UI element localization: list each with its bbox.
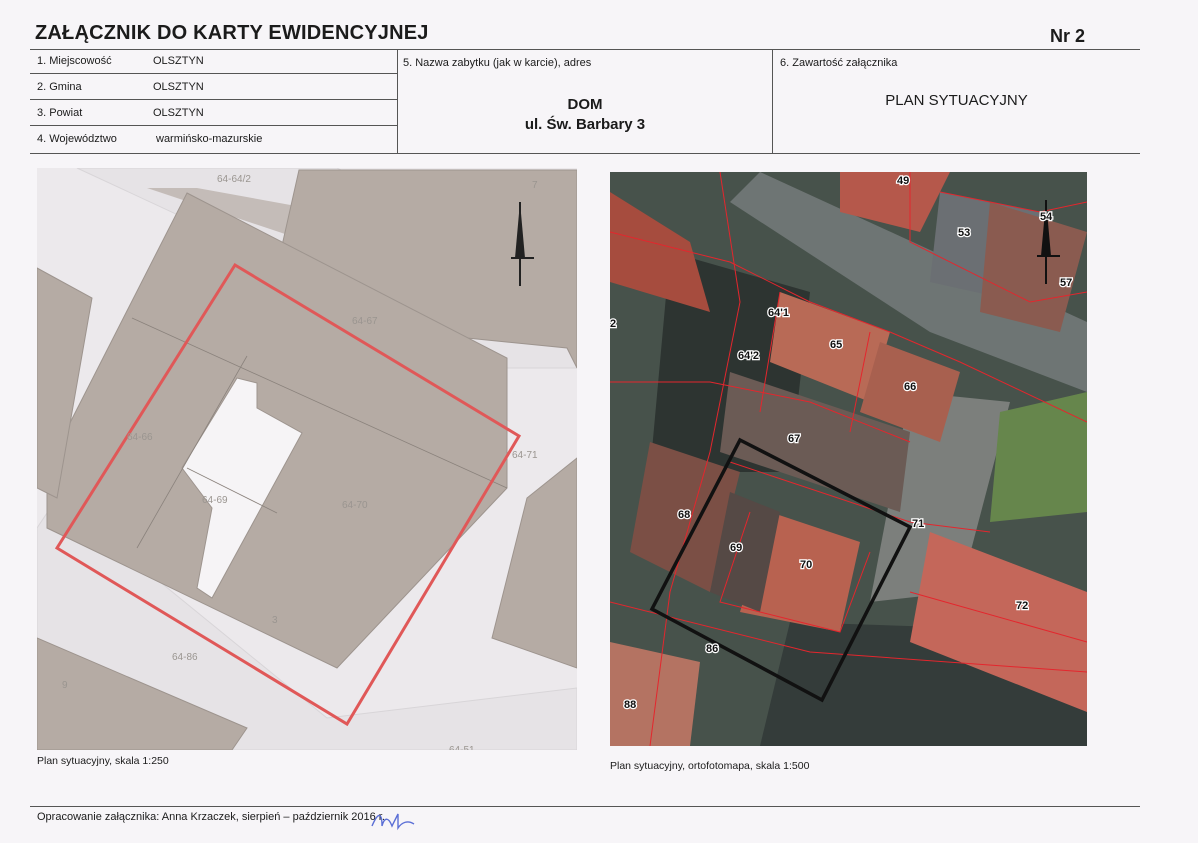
attachment-number: Nr 2 <box>1050 26 1086 46</box>
parcel-label: 64-66 <box>127 432 153 443</box>
parcel-label: 64-71 <box>512 450 538 461</box>
orthophoto-map: 49 53 54 57 2 64'1 64'2 65 66 67 68 69 7… <box>610 172 1087 746</box>
parcel-label: 65 <box>830 339 842 351</box>
field-value-powiat: OLSZTYN <box>153 107 204 119</box>
footer-author-note: Opracowanie załącznika: Anna Krzaczek, s… <box>37 811 385 823</box>
document-title: ZAŁĄCZNIK DO KARTY EWIDENCYJNEJ <box>35 22 429 44</box>
parcel-label: 68 <box>678 509 690 521</box>
orthophoto-drawing: 49 53 54 57 2 64'1 64'2 65 66 67 68 69 7… <box>610 172 1087 746</box>
parcel-label: 64'2 <box>738 350 759 362</box>
parcel-label: 64-67 <box>352 316 378 327</box>
parcel-label: 64-70 <box>342 500 368 511</box>
field-label-powiat: 3. Powiat <box>37 107 83 119</box>
field-value-wojewodztwo: warmińsko-mazurskie <box>156 133 263 145</box>
parcel-label: 9 <box>62 680 68 691</box>
parcel-label: 53 <box>958 227 970 239</box>
situational-plan-drawing: 64-64/2 64-67 64-71 64-66 64-69 64-70 64… <box>37 168 577 750</box>
parcel-label: 64-51 <box>449 745 475 750</box>
parcel-label: 86 <box>706 643 718 655</box>
parcel-label: 3 <box>272 615 278 626</box>
parcel-label: 64-86 <box>172 652 198 663</box>
parcel-label: 49 <box>897 175 909 187</box>
signature-icon <box>371 813 415 831</box>
parcel-label: 2 <box>610 318 616 330</box>
monument-name: DOM <box>567 96 603 113</box>
parcel-label: 88 <box>624 699 636 711</box>
parcel-label: 69 <box>730 542 742 554</box>
parcel-label: 64-69 <box>202 495 228 506</box>
parcel-label: 64'1 <box>768 307 789 319</box>
parcel-label: 66 <box>904 381 916 393</box>
right-map-caption: Plan sytuacyjny, ortofotomapa, skala 1:5… <box>610 760 810 772</box>
left-map-caption: Plan sytuacyjny, skala 1:250 <box>37 755 169 767</box>
parcel-label: 54 <box>1040 211 1053 223</box>
parcel-label: 71 <box>912 518 924 530</box>
parcel-label: 57 <box>1060 277 1072 289</box>
field-value-miejscowosc: OLSZTYN <box>153 55 204 67</box>
attachment-content: PLAN SYTUACYJNY <box>885 92 1028 109</box>
field-label-zawartosc: 6. Zawartość załącznika <box>780 57 898 69</box>
field-label-miejscowosc: 1. Miejscowość <box>37 55 112 67</box>
monument-address: ul. Św. Barbary 3 <box>524 116 646 133</box>
parcel-label: 70 <box>800 559 812 571</box>
footer-divider <box>30 806 1140 807</box>
field-label-gmina: 2. Gmina <box>37 81 82 93</box>
parcel-label: 67 <box>788 433 800 445</box>
field-value-gmina: OLSZTYN <box>153 81 204 93</box>
parcel-label: 7 <box>532 180 538 191</box>
parcel-label: 64-64/2 <box>217 174 251 185</box>
situational-plan-map: 64-64/2 64-67 64-71 64-66 64-69 64-70 64… <box>37 168 577 750</box>
field-label-wojewodztwo: 4. Województwo <box>37 133 117 145</box>
header-divider <box>30 49 1140 50</box>
parcel-label: 72 <box>1016 600 1028 612</box>
field-label-zabytek: 5. Nazwa zabytku (jak w karcie), adres <box>403 57 592 69</box>
